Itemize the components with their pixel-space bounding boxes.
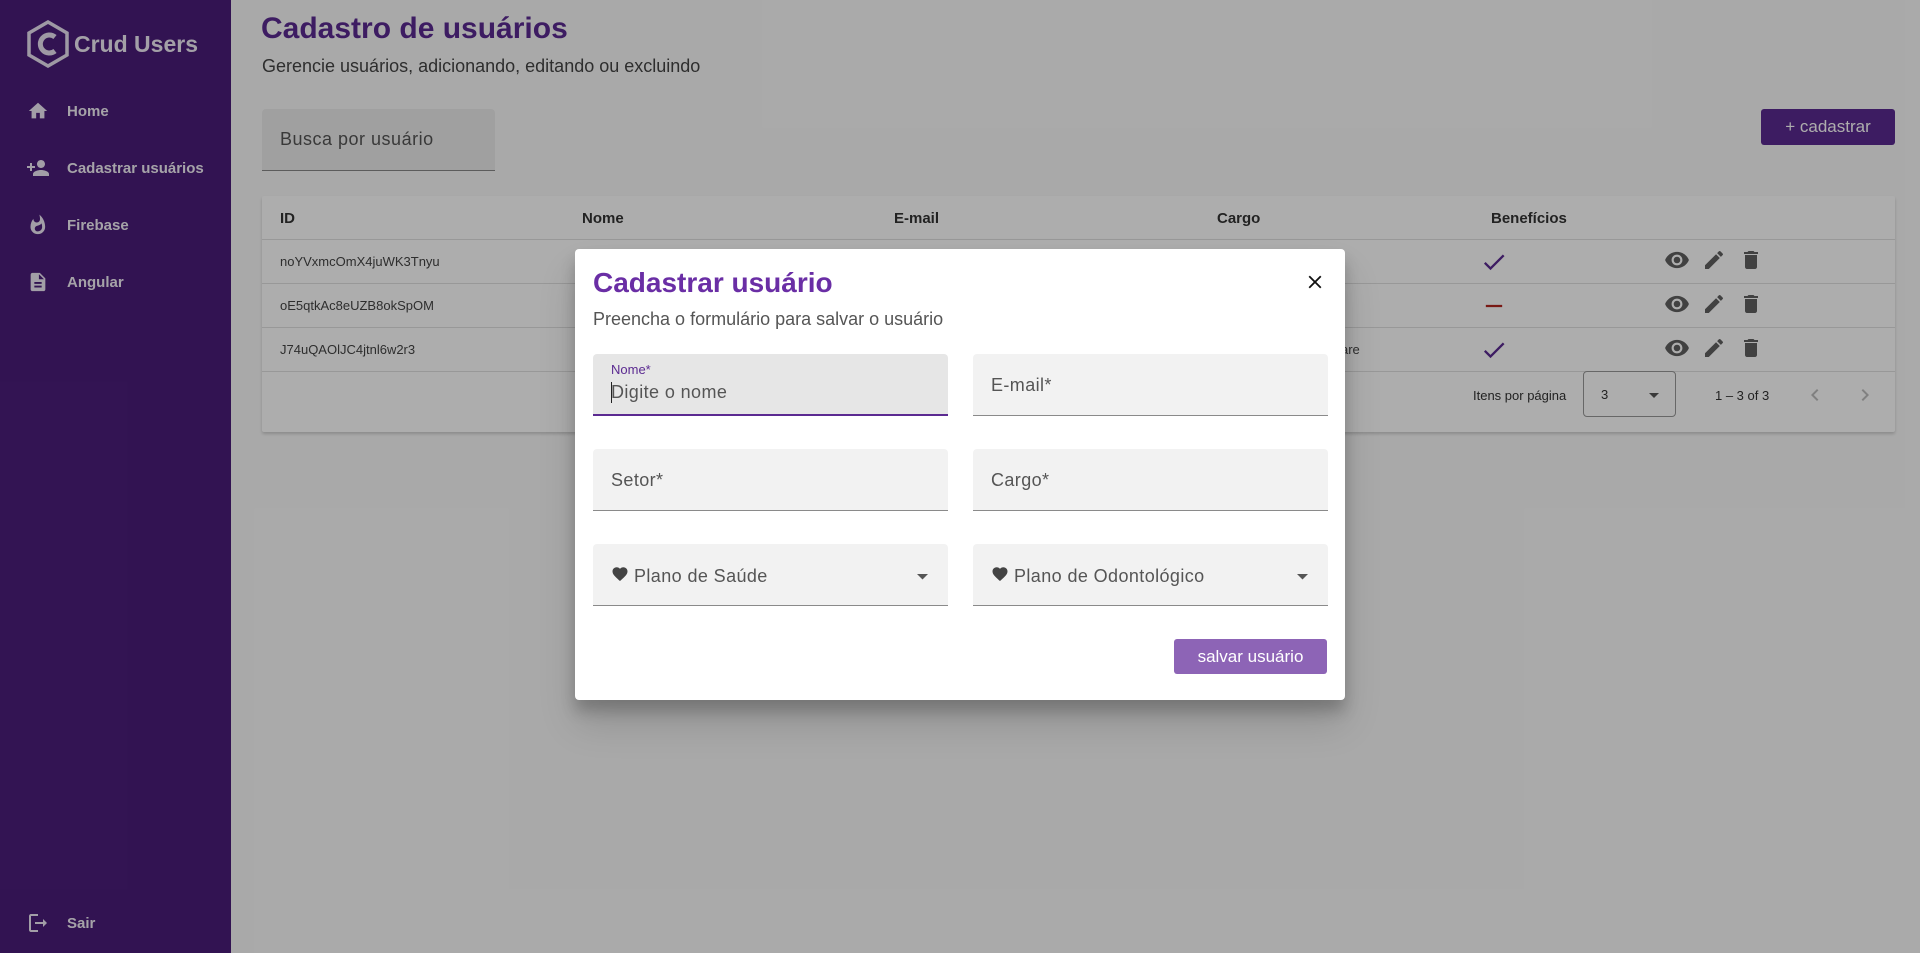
cargo-label: Cargo* — [991, 470, 1050, 490]
close-icon — [1308, 275, 1322, 289]
heart-icon — [612, 567, 628, 582]
cargo-field[interactable]: Cargo* — [973, 449, 1328, 511]
setor-field[interactable]: Setor* — [593, 449, 948, 511]
register-user-dialog: Cadastrar usuário Preencha o formulário … — [575, 249, 1345, 700]
heart-icon — [992, 567, 1008, 582]
dialog-subtitle: Preencha o formulário para salvar o usuá… — [593, 309, 944, 329]
nome-field[interactable]: Nome* — [593, 354, 948, 416]
dialog-title: Cadastrar usuário — [593, 267, 833, 298]
setor-label: Setor* — [611, 470, 664, 490]
plano-odonto-select[interactable]: Plano de Odontológico — [973, 544, 1328, 606]
plano-saude-select[interactable]: Plano de Saúde — [593, 544, 948, 606]
email-label: E-mail* — [991, 375, 1052, 395]
email-field[interactable]: E-mail* — [973, 354, 1328, 416]
nome-input[interactable] — [611, 382, 931, 403]
plano-saude-label: Plano de Saúde — [634, 566, 768, 586]
chevron-down-icon — [917, 574, 928, 580]
text-cursor — [611, 382, 612, 403]
nome-label: Nome* — [611, 362, 651, 377]
plano-odonto-label: Plano de Odontológico — [1014, 566, 1205, 586]
close-button[interactable] — [1300, 267, 1330, 297]
save-user-button[interactable]: salvar usuário — [1174, 639, 1327, 674]
chevron-down-icon — [1297, 574, 1308, 580]
